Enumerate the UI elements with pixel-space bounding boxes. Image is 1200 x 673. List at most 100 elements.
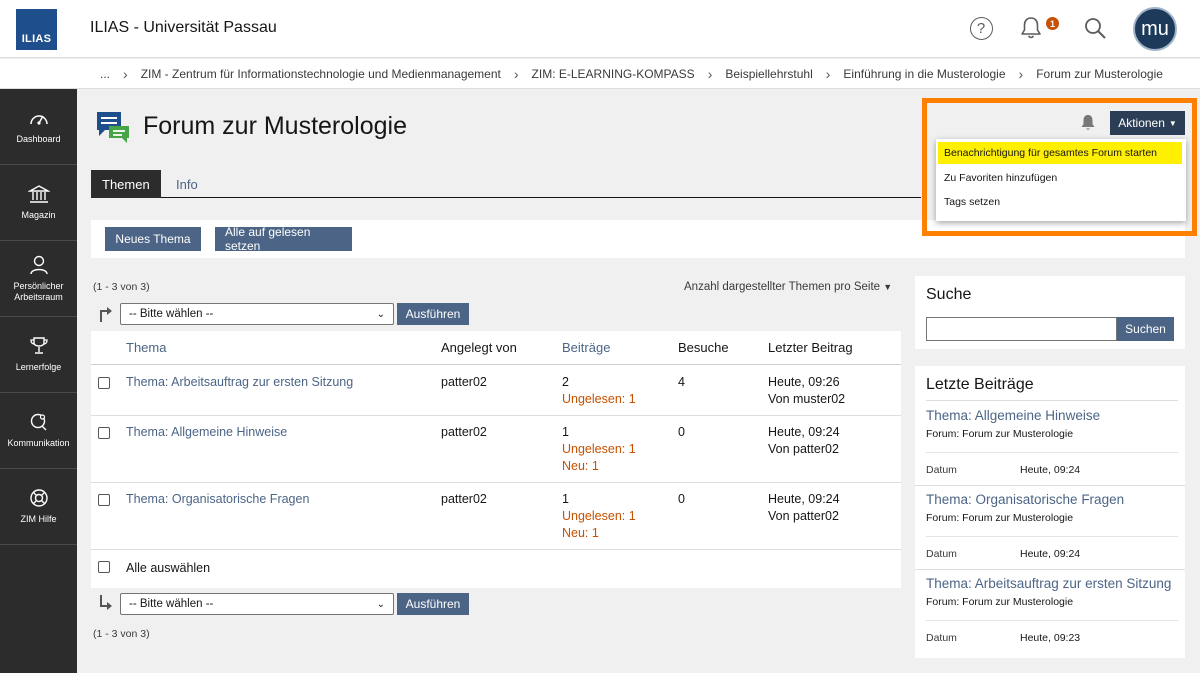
- topic-unread[interactable]: Ungelesen: 1: [562, 391, 636, 408]
- bulk-action-select-bottom[interactable]: -- Bitte wählen -- ⌄: [120, 593, 394, 615]
- row-divider: [91, 482, 901, 483]
- mainbar-item-kommunikation[interactable]: Kommunikation: [0, 393, 77, 469]
- ilias-logo[interactable]: ILIAS: [16, 9, 57, 50]
- topic-visits: 4: [678, 375, 685, 389]
- topic-posts: 1: [562, 492, 569, 506]
- row-checkbox[interactable]: [98, 377, 110, 389]
- column-header-thema[interactable]: Thema: [126, 340, 166, 355]
- topic-last-by: Von patter02: [768, 442, 839, 456]
- help-glyph: ?: [976, 19, 986, 37]
- magazin-icon: [27, 185, 50, 203]
- mark-all-read-button[interactable]: Alle auf gelesen setzen: [215, 225, 352, 253]
- topic-link[interactable]: Thema: Allgemeine Hinweise: [126, 424, 287, 441]
- mainbar-item-zim-hilfe[interactable]: ZIM Hilfe: [0, 469, 77, 545]
- divider: [926, 452, 1178, 453]
- help-icon[interactable]: ?: [966, 13, 996, 43]
- recent-posts-title: Letzte Beiträge: [926, 376, 1034, 393]
- chevron-right-icon: ›: [707, 65, 713, 82]
- divider: [926, 400, 1178, 401]
- recent-posts-panel: Letzte Beiträge Thema: Allgemeine Hinwei…: [915, 366, 1185, 658]
- mainbar: Dashboard Magazin Persönlicher Arbeitsra…: [0, 89, 77, 673]
- topic-last-time: Heute, 09:26: [768, 375, 840, 389]
- chevron-right-icon: ›: [825, 65, 831, 82]
- breadcrumb-item[interactable]: ZIM: E-LEARNING-KOMPASS: [532, 67, 695, 81]
- chevron-down-icon: ⌄: [376, 598, 385, 610]
- arrow-down-right-icon: [100, 595, 112, 610]
- breadcrumb: ... › ZIM - Zentrum für Informationstech…: [0, 59, 1200, 89]
- row-divider: [91, 549, 901, 550]
- topic-unread[interactable]: Ungelesen: 1: [562, 441, 636, 458]
- forum-icon: [97, 112, 129, 143]
- breadcrumb-item[interactable]: ZIM - Zentrum für Informationstechnologi…: [141, 67, 501, 81]
- row-checkbox[interactable]: [98, 494, 110, 506]
- new-topic-button[interactable]: Neues Thema: [105, 227, 201, 251]
- bell-icon[interactable]: [1016, 13, 1046, 43]
- recent-post-date: Heute, 09:23: [1020, 632, 1081, 644]
- topic-new[interactable]: Neu: 1: [562, 458, 599, 475]
- execute-button-top[interactable]: Ausführen: [397, 303, 469, 325]
- column-header-angelegt-von[interactable]: Angelegt von: [441, 340, 517, 355]
- topic-new[interactable]: Neu: 1: [562, 525, 599, 542]
- breadcrumb-item[interactable]: Beispiellehrstuhl: [725, 67, 812, 81]
- action-row-top: -- Bitte wählen -- ⌄ Ausführen: [91, 298, 901, 331]
- recent-post-title[interactable]: Thema: Arbeitsauftrag zur ersten Sitzung: [926, 576, 1171, 591]
- topic-link[interactable]: Thema: Organisatorische Fragen: [126, 491, 309, 508]
- recent-post-forum: Forum: Forum zur Musterologie: [926, 512, 1074, 524]
- topic-posts: 2: [562, 375, 569, 389]
- chevron-down-icon: ⌄: [376, 308, 385, 320]
- caret-down-icon: ▼: [883, 282, 893, 292]
- breadcrumb-item[interactable]: ...: [100, 67, 110, 81]
- topic-author: patter02: [441, 492, 487, 506]
- breadcrumb-item-current[interactable]: Forum zur Musterologie: [1036, 67, 1163, 81]
- header: ILIAS ILIAS - Universität Passau ? 1 mu: [0, 0, 1200, 58]
- topic-unread[interactable]: Ungelesen: 1: [562, 508, 636, 525]
- column-header-besuche[interactable]: Besuche: [678, 340, 729, 355]
- row-divider: [91, 415, 901, 416]
- select-all-label[interactable]: Alle auswählen: [126, 560, 210, 577]
- pager-top: (1 - 3 von 3): [93, 281, 150, 293]
- search-input[interactable]: [926, 317, 1117, 341]
- page-title: Forum zur Musterologie: [143, 112, 407, 140]
- chat-icon: [30, 413, 46, 431]
- recent-post-date-label: Datum: [926, 464, 957, 476]
- lifebuoy-icon: [29, 489, 48, 507]
- mainbar-item-lernerfolge[interactable]: Lernerfolge: [0, 317, 77, 393]
- search-button[interactable]: Suchen: [1117, 317, 1174, 341]
- site-title[interactable]: ILIAS - Universität Passau: [90, 19, 277, 37]
- tab-bar: Themen Info: [91, 170, 921, 198]
- topic-author: patter02: [441, 375, 487, 389]
- topic-last-by: Von muster02: [768, 392, 846, 406]
- breadcrumb-item[interactable]: Einführung in die Musterologie: [843, 67, 1005, 81]
- action-row-bottom: -- Bitte wählen -- ⌄ Ausführen: [91, 588, 901, 621]
- arrow-up-right-icon: [100, 307, 112, 322]
- user-icon: [29, 255, 48, 274]
- select-all-checkbox[interactable]: [98, 561, 110, 573]
- recent-post-title[interactable]: Thema: Allgemeine Hinweise: [926, 408, 1100, 423]
- topic-author: patter02: [441, 425, 487, 439]
- mainbar-item-dashboard[interactable]: Dashboard: [0, 89, 77, 165]
- execute-button-bottom[interactable]: Ausführen: [397, 593, 469, 615]
- recent-post-forum: Forum: Forum zur Musterologie: [926, 428, 1074, 440]
- divider: [915, 485, 1185, 486]
- avatar[interactable]: mu: [1133, 7, 1177, 51]
- topic-visits: 0: [678, 492, 685, 506]
- mainbar-item-arbeitsraum[interactable]: Persönlicher Arbeitsraum: [0, 241, 77, 317]
- tab-info[interactable]: Info: [165, 170, 209, 198]
- search-panel: Suche Suchen: [915, 276, 1185, 349]
- highlight-frame: [922, 98, 1197, 236]
- recent-post-title[interactable]: Thema: Organisatorische Fragen: [926, 492, 1124, 507]
- column-header-letzter-beitrag[interactable]: Letzter Beitrag: [768, 340, 853, 355]
- search-icon[interactable]: [1080, 13, 1110, 43]
- topic-last-by: Von patter02: [768, 509, 839, 523]
- topic-last-time: Heute, 09:24: [768, 425, 840, 439]
- mainbar-item-magazin[interactable]: Magazin: [0, 165, 77, 241]
- tab-themen[interactable]: Themen: [91, 170, 161, 198]
- topic-link[interactable]: Thema: Arbeitsauftrag zur ersten Sitzung: [126, 374, 353, 391]
- row-checkbox[interactable]: [98, 427, 110, 439]
- header-divider: [91, 364, 901, 365]
- bulk-action-select-top[interactable]: -- Bitte wählen -- ⌄: [120, 303, 394, 325]
- per-page-dropdown[interactable]: Anzahl dargestellter Themen pro Seite ▼: [684, 281, 892, 293]
- recent-post-date-label: Datum: [926, 632, 957, 644]
- divider: [926, 536, 1178, 537]
- column-header-beitraege[interactable]: Beiträge: [562, 340, 610, 355]
